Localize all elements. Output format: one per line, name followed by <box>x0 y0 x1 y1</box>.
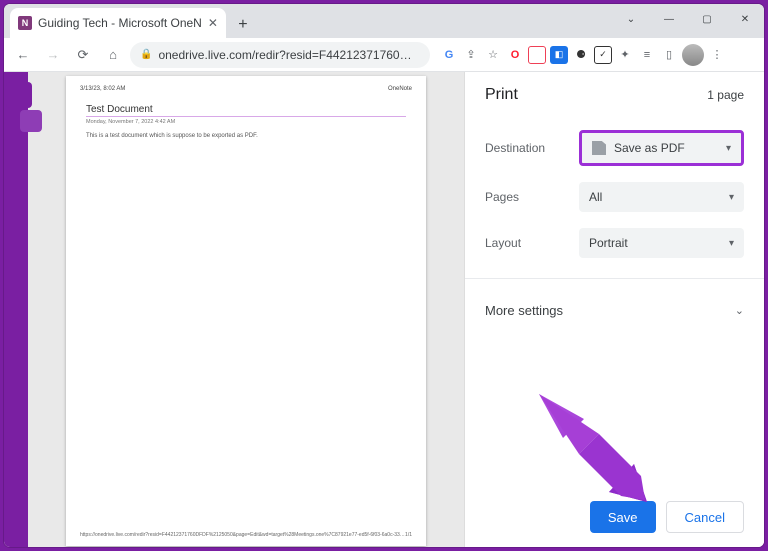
browser-toolbar: ← → ⟳ ⌂ 🔒 onedrive.live.com/redir?resid=… <box>4 38 764 72</box>
home-button[interactable]: ⌂ <box>100 42 126 68</box>
destination-select[interactable]: Save as PDF ▾ <box>582 133 741 163</box>
destination-label: Destination <box>485 141 569 155</box>
checkbox-icon[interactable]: ✓ <box>594 46 612 64</box>
tab-close-icon[interactable]: ✕ <box>208 16 218 30</box>
layout-label: Layout <box>485 236 569 250</box>
print-title: Print <box>485 86 518 104</box>
close-window-button[interactable]: ✕ <box>726 4 764 34</box>
onenote-favicon-icon: N <box>18 16 32 30</box>
address-bar[interactable]: 🔒 onedrive.live.com/redir?resid=F4421237… <box>130 42 430 68</box>
print-actions: Save Cancel <box>465 487 764 547</box>
extension-badge-icon[interactable]: ◧ <box>550 46 568 64</box>
extension-icons: G ⇪ ☆ O ◧ ⚈ ✓ ✦ ≡ ▯ ⋮ <box>440 44 726 66</box>
more-settings-toggle[interactable]: More settings ⌄ <box>465 291 764 330</box>
preview-footer-url: https://onedrive.live.com/redir?resid=F4… <box>80 532 405 538</box>
back-button[interactable]: ← <box>10 42 36 68</box>
print-preview-pane: 3/13/23, 8:02 AM OneNote Test Document M… <box>28 72 464 547</box>
chevron-down-icon: ▾ <box>729 192 734 203</box>
browser-window: N Guiding Tech - Microsoft OneN ✕ + ⌄ — … <box>4 4 764 547</box>
new-tab-button[interactable]: + <box>230 12 256 38</box>
destination-value: Save as PDF <box>614 141 685 155</box>
tab-title: Guiding Tech - Microsoft OneN <box>38 16 202 30</box>
preview-header-app: OneNote <box>388 86 412 92</box>
document-meta: Monday, November 7, 2022 4:42 AM <box>86 119 406 125</box>
save-button[interactable]: Save <box>590 501 656 533</box>
chevron-down-icon[interactable]: ⌄ <box>612 4 650 34</box>
chevron-down-icon: ▾ <box>729 238 734 249</box>
extension-icon[interactable]: ⚈ <box>572 46 590 64</box>
puzzle-icon[interactable]: ✦ <box>616 46 634 64</box>
lock-icon: 🔒 <box>140 49 152 60</box>
save-button-label: Save <box>608 510 638 525</box>
onenote-sidebar <box>4 72 28 547</box>
chevron-down-icon: ⌄ <box>735 304 744 317</box>
pdf-doc-icon <box>592 141 606 155</box>
pages-value: All <box>589 190 602 204</box>
forward-button[interactable]: → <box>40 42 66 68</box>
separator <box>465 278 764 279</box>
star-icon[interactable]: ☆ <box>484 46 502 64</box>
more-settings-label: More settings <box>485 303 563 318</box>
pages-label: Pages <box>485 190 569 204</box>
google-icon[interactable]: G <box>440 46 458 64</box>
document-body: This is a test document which is suppose… <box>86 133 406 139</box>
cancel-button[interactable]: Cancel <box>666 501 744 533</box>
print-page-count: 1 page <box>707 88 744 102</box>
pages-select[interactable]: All ▾ <box>579 182 744 212</box>
menu-icon[interactable]: ⋮ <box>708 46 726 64</box>
music-icon[interactable]: ▯ <box>660 46 678 64</box>
document-title: Test Document <box>86 104 406 117</box>
pocket-icon[interactable] <box>528 46 546 64</box>
titlebar: N Guiding Tech - Microsoft OneN ✕ + ⌄ — … <box>4 4 764 38</box>
preview-footer-page: 1/1 <box>405 532 412 538</box>
preview-page: 3/13/23, 8:02 AM OneNote Test Document M… <box>66 76 426 546</box>
window-controls: ⌄ — ▢ ✕ <box>612 4 764 34</box>
chevron-down-icon: ▾ <box>726 143 731 154</box>
reader-icon[interactable]: ≡ <box>638 46 656 64</box>
browser-tab[interactable]: N Guiding Tech - Microsoft OneN ✕ <box>10 8 226 38</box>
url-text: onedrive.live.com/redir?resid=F442123717… <box>158 48 420 62</box>
reload-button[interactable]: ⟳ <box>70 42 96 68</box>
print-panel: Print 1 page Destination Save as PDF ▾ P… <box>464 72 764 547</box>
content-area: 3/13/23, 8:02 AM OneNote Test Document M… <box>4 72 764 547</box>
cancel-button-label: Cancel <box>685 510 725 525</box>
minimize-button[interactable]: — <box>650 4 688 34</box>
opera-icon[interactable]: O <box>506 46 524 64</box>
maximize-button[interactable]: ▢ <box>688 4 726 34</box>
onenote-expand-icon[interactable] <box>20 110 42 132</box>
profile-avatar[interactable] <box>682 44 704 66</box>
layout-select[interactable]: Portrait ▾ <box>579 228 744 258</box>
layout-value: Portrait <box>589 236 628 250</box>
destination-highlight: Save as PDF ▾ <box>579 130 744 166</box>
share-icon[interactable]: ⇪ <box>462 46 480 64</box>
preview-header-date: 3/13/23, 8:02 AM <box>80 86 125 92</box>
